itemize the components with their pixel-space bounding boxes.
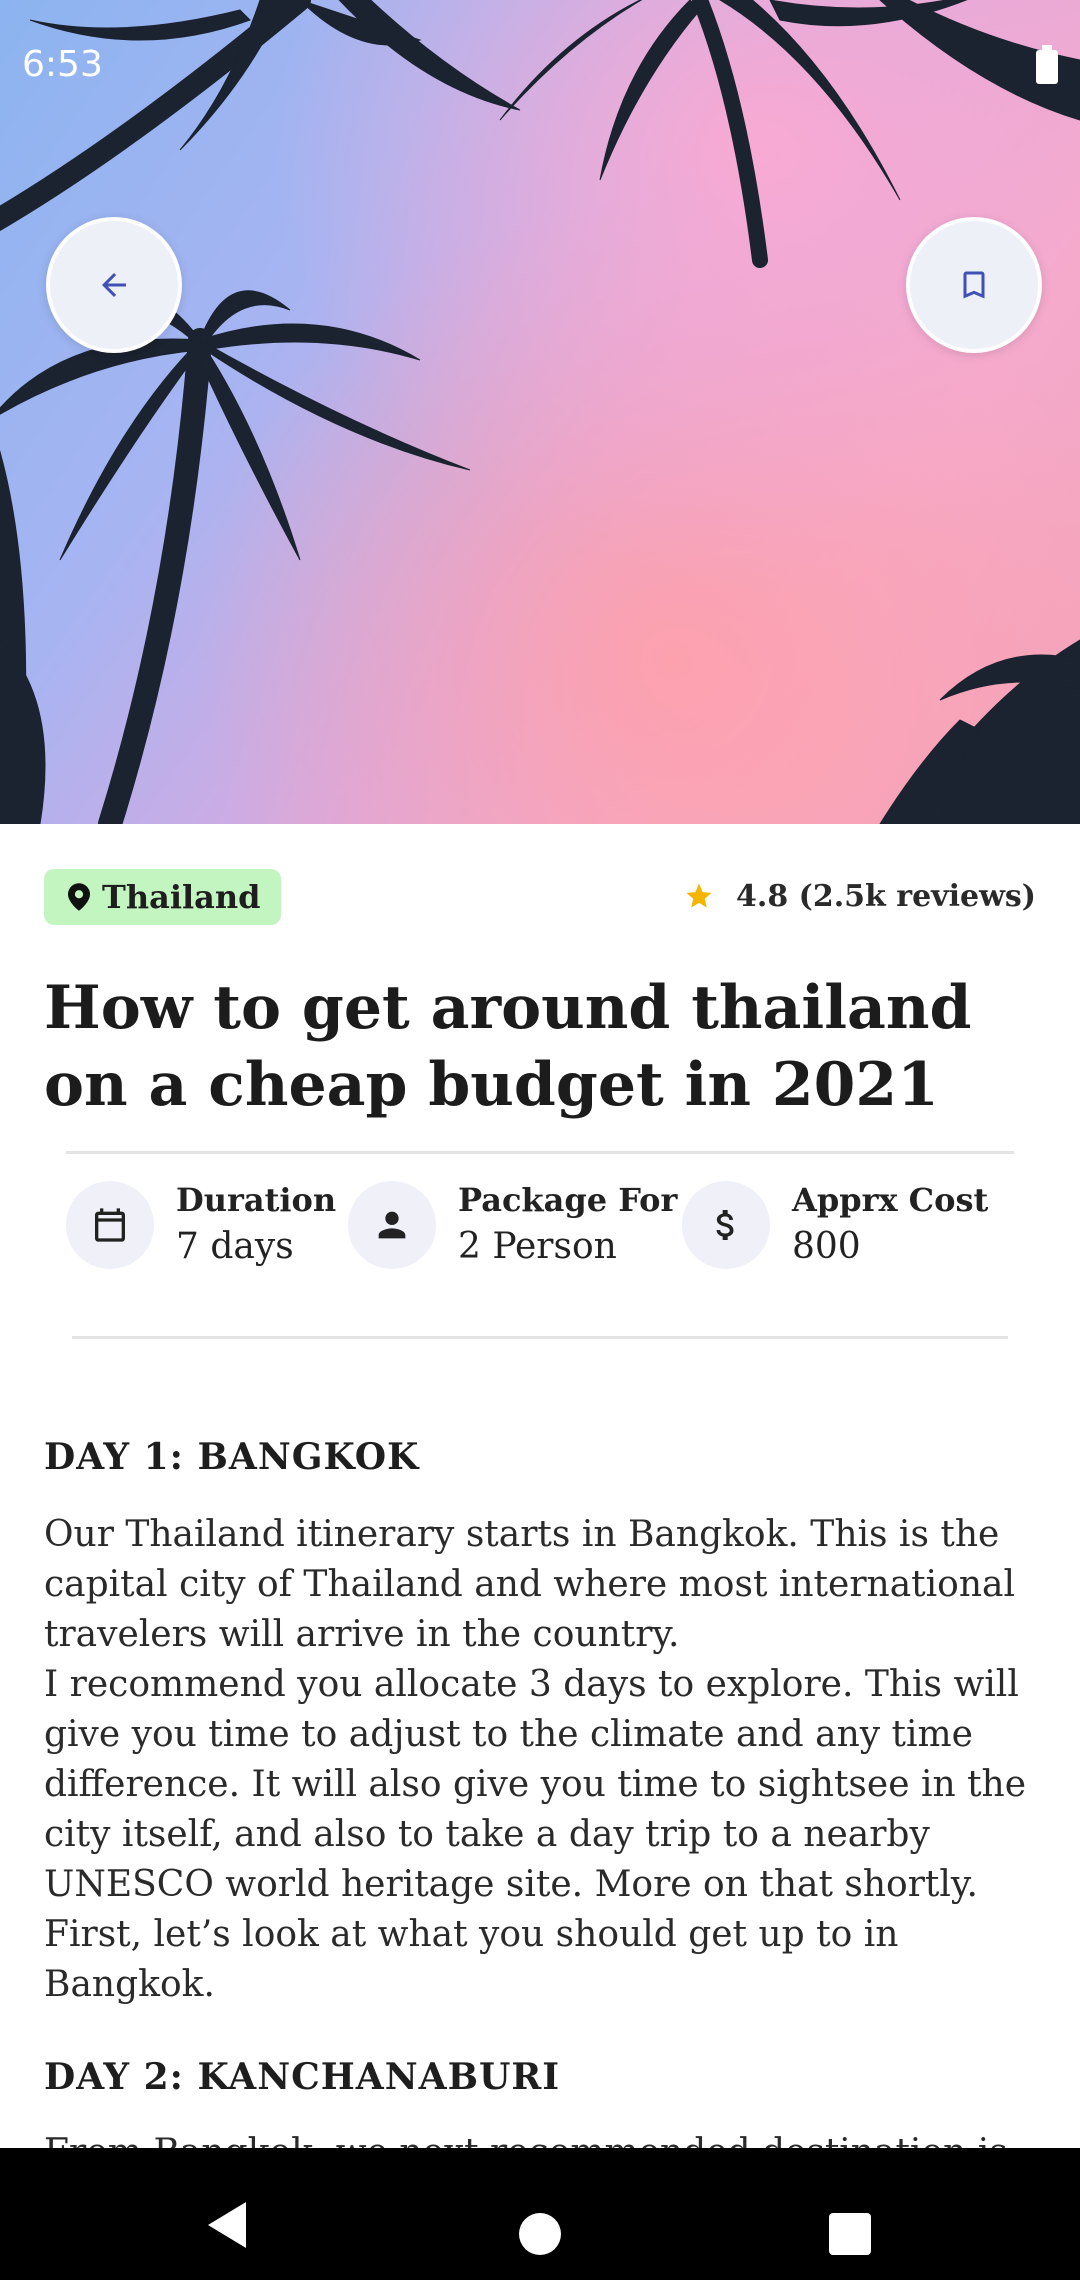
paragraph: I recommend you allocate 3 days to explo… <box>44 1664 1027 2005</box>
person-icon-wrap <box>348 1181 436 1269</box>
arrow-left-icon <box>102 273 126 297</box>
cost-value: 800 <box>792 1226 861 1267</box>
info-duration: Duration 7 days <box>66 1178 336 1272</box>
palm-trees-illustration <box>0 0 1080 824</box>
map-pin-icon <box>68 883 90 911</box>
package-label: Package For <box>458 1181 678 1219</box>
calendar-icon <box>95 1208 125 1242</box>
duration-label: Duration <box>176 1181 337 1219</box>
rating: 4.8 (2.5k reviews) <box>684 870 1036 922</box>
package-value: 2 Person <box>458 1226 617 1267</box>
section-heading-day2: DAY 2: KANCHANABURI <box>44 2056 561 2098</box>
location-tag-label: Thailand <box>102 878 261 916</box>
battery-icon <box>1036 45 1058 84</box>
nav-recents-icon[interactable] <box>829 2213 871 2255</box>
status-time: 6:53 <box>22 44 103 85</box>
divider-top <box>66 1151 1014 1154</box>
back-button[interactable] <box>46 217 182 353</box>
hero-image: 6:53 <box>0 0 1080 824</box>
bookmark-icon <box>963 271 985 299</box>
article-title: How to get around thailand on a cheap bu… <box>44 973 972 1120</box>
rating-text: 4.8 (2.5k reviews) <box>736 878 1036 914</box>
bookmark-button[interactable] <box>906 217 1042 353</box>
location-tag[interactable]: Thailand <box>44 869 281 925</box>
nav-back-icon[interactable] <box>204 2200 248 2250</box>
divider-bottom <box>72 1336 1008 1339</box>
info-cost: Apprx Cost 800 <box>682 1178 988 1272</box>
section-body-day1: Our Thailand itinerary starts in Bangkok… <box>44 1510 1044 2010</box>
calendar-icon-wrap <box>66 1181 154 1269</box>
info-package: Package For 2 Person <box>348 1178 677 1272</box>
person-icon <box>378 1211 406 1239</box>
cost-label: Apprx Cost <box>792 1181 989 1219</box>
nav-home-icon[interactable] <box>519 2213 561 2255</box>
paragraph: Our Thailand itinerary starts in Bangkok… <box>44 1514 1015 1655</box>
system-nav-bar <box>0 2148 1080 2280</box>
star-icon <box>686 883 712 908</box>
dollar-icon-wrap <box>682 1181 770 1269</box>
duration-value: 7 days <box>176 1226 294 1267</box>
dollar-icon <box>716 1210 734 1240</box>
section-heading-day1: DAY 1: BANGKOK <box>44 1436 420 1478</box>
